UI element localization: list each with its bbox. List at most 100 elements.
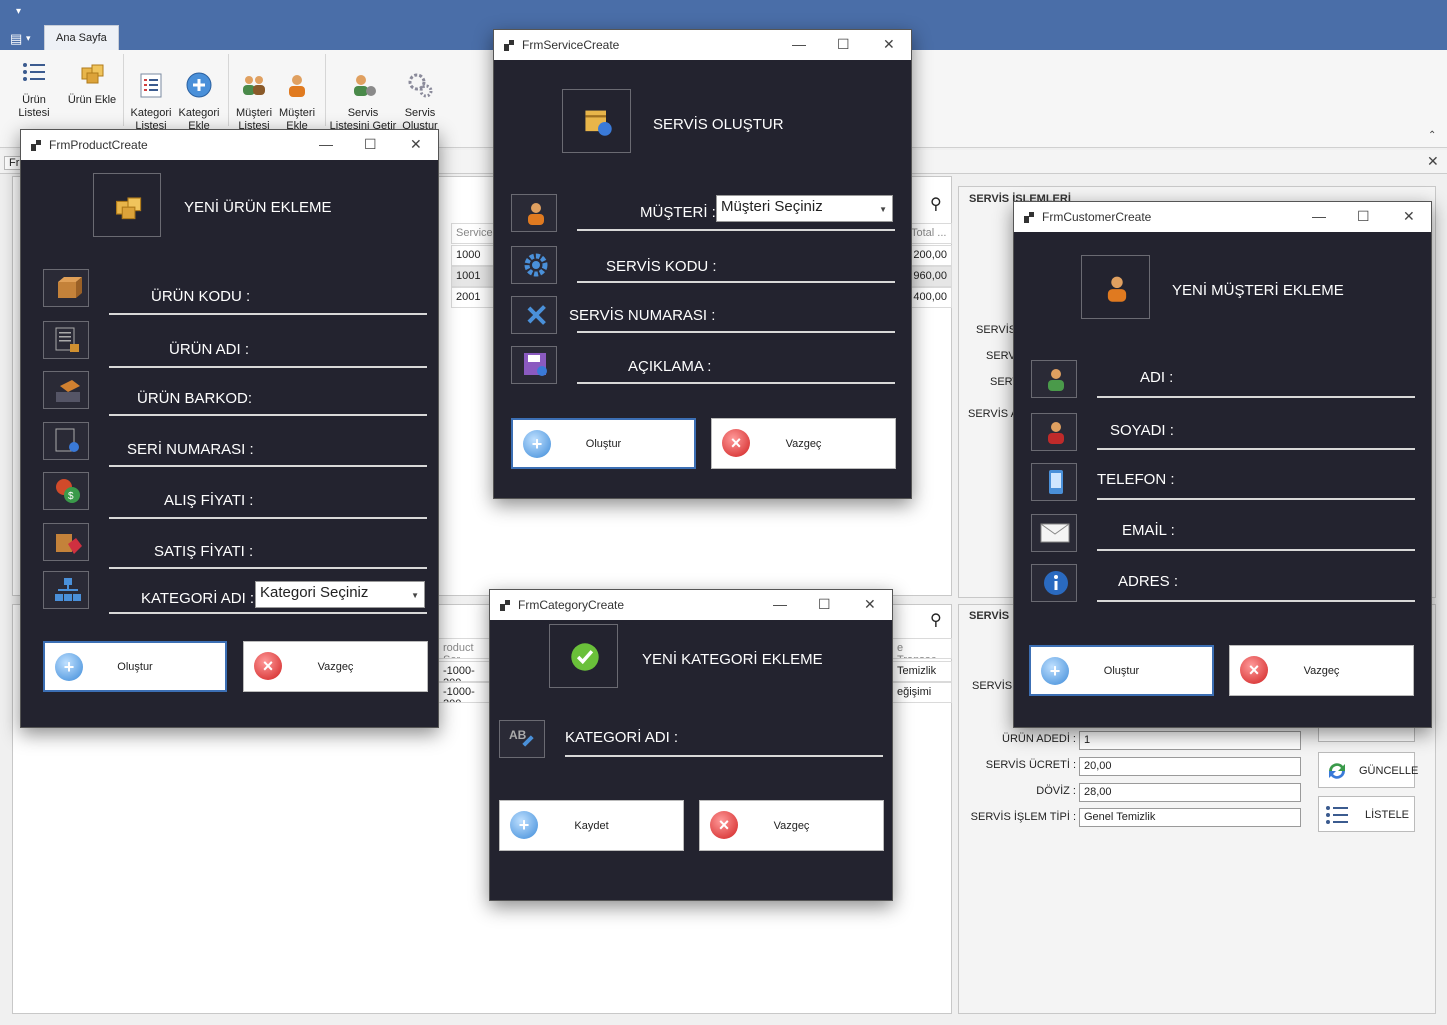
adi-input[interactable] bbox=[1097, 396, 1415, 398]
grid-header[interactable]: e Transac... bbox=[892, 638, 952, 659]
category-name-icon-box: AB bbox=[499, 720, 545, 758]
product-code-icon-box bbox=[43, 269, 89, 307]
window-header: YENİ MÜŞTERİ EKLEME bbox=[1172, 282, 1344, 299]
gear-icon bbox=[524, 253, 548, 277]
side-label: SERVİS A bbox=[968, 408, 1018, 420]
category-select-value: Kategori Seçiniz bbox=[260, 584, 369, 601]
listele-button[interactable]: LİSTELE bbox=[1318, 796, 1415, 832]
close-icon[interactable]: ✕ bbox=[1403, 208, 1415, 225]
olustur-button[interactable]: + Oluştur bbox=[43, 641, 227, 692]
category-select[interactable]: Kategori Seçiniz ▼ bbox=[255, 581, 425, 608]
telefon-label: TELEFON : bbox=[1097, 471, 1175, 488]
minimize-icon[interactable]: — bbox=[319, 136, 333, 152]
service-number-icon-box bbox=[511, 296, 557, 334]
list-icon bbox=[1326, 806, 1348, 824]
minimize-icon[interactable]: — bbox=[1312, 208, 1326, 224]
close-icon[interactable]: ✕ bbox=[883, 36, 895, 53]
servis-numarasi-input[interactable] bbox=[577, 331, 895, 333]
ribbon-collapse-icon[interactable]: ⌃ bbox=[1428, 130, 1436, 141]
kategori-adi-input[interactable] bbox=[565, 755, 883, 757]
customer-icon bbox=[1107, 276, 1127, 302]
grid-header-service[interactable]: Service bbox=[451, 223, 497, 244]
olustur-button[interactable]: + Oluştur bbox=[511, 418, 696, 469]
urun-listesi-button[interactable]: Ürün Listesi bbox=[6, 58, 62, 120]
grid-cell[interactable]: -1000-200 bbox=[438, 682, 490, 703]
guncelle-button[interactable]: GÜNCELLE bbox=[1318, 752, 1419, 788]
adi-label: ADI : bbox=[1140, 369, 1174, 386]
adres-label: ADRES : bbox=[1118, 573, 1179, 590]
grid-header-total[interactable]: Total ... bbox=[906, 223, 952, 244]
mdi-close-icon[interactable]: ✕ bbox=[1427, 153, 1439, 170]
urun-adedi-field[interactable]: 1 bbox=[1079, 731, 1301, 750]
grid-cell[interactable]: 1000 bbox=[451, 245, 497, 266]
adres-input[interactable] bbox=[1097, 600, 1415, 602]
urun-ekle-button[interactable]: Ürün Ekle bbox=[66, 58, 118, 107]
header-icon-box bbox=[549, 624, 618, 688]
maximize-icon[interactable]: ☐ bbox=[818, 596, 831, 613]
seri-numarasi-input[interactable] bbox=[109, 465, 427, 467]
ribbon-label: Ürün Ekle bbox=[67, 94, 117, 106]
vazgec-button[interactable]: × Vazgeç bbox=[243, 641, 428, 692]
grid-cell[interactable]: 2001 bbox=[451, 287, 497, 308]
window-titlebar: FrmServiceCreate — ☐ ✕ bbox=[494, 30, 911, 60]
doviz-field[interactable]: 28,00 bbox=[1079, 783, 1301, 802]
grid-cell[interactable]: Temizlik bbox=[892, 661, 952, 682]
olustur-button[interactable]: + Oluştur bbox=[1029, 645, 1214, 696]
grid-cell[interactable]: 200,00 bbox=[906, 245, 952, 266]
soyadi-input[interactable] bbox=[1097, 448, 1415, 450]
search-icon[interactable]: ⚲ bbox=[930, 610, 942, 630]
minimize-icon[interactable]: — bbox=[792, 36, 806, 52]
musteri-underline bbox=[577, 229, 895, 231]
satis-fiyati-label: SATIŞ FİYATI : bbox=[154, 543, 254, 560]
vazgec-button[interactable]: × Vazgeç bbox=[699, 800, 884, 851]
gears-icon bbox=[408, 73, 433, 98]
product-name-icon-box bbox=[43, 321, 89, 359]
customer-select[interactable]: Müşteri Seçiniz ▼ bbox=[716, 195, 893, 222]
telefon-input[interactable] bbox=[1097, 498, 1415, 500]
search-icon[interactable]: ⚲ bbox=[930, 194, 942, 214]
aciklama-input[interactable] bbox=[577, 382, 895, 384]
minimize-icon[interactable]: — bbox=[773, 596, 787, 612]
service-code-icon-box bbox=[511, 246, 557, 284]
maximize-icon[interactable]: ☐ bbox=[837, 36, 850, 53]
grid-header[interactable]: roduct Ser bbox=[438, 638, 490, 659]
grid-cell[interactable]: eğişimi bbox=[892, 682, 952, 703]
button-label: Oluştur bbox=[585, 437, 622, 450]
close-icon[interactable]: ✕ bbox=[864, 596, 876, 613]
maximize-icon[interactable]: ☐ bbox=[1357, 208, 1370, 225]
app-titlebar: ▾ bbox=[0, 0, 1447, 28]
servis-islem-tipi-field[interactable]: Genel Temizlik bbox=[1079, 808, 1301, 827]
close-icon[interactable]: ✕ bbox=[410, 136, 422, 153]
email-input[interactable] bbox=[1097, 549, 1415, 551]
grid-cell[interactable]: 1001 bbox=[451, 266, 497, 287]
alis-fiyati-label: ALIŞ FİYATI : bbox=[164, 492, 254, 509]
satis-fiyati-input[interactable] bbox=[109, 567, 427, 569]
grid-cell[interactable]: 960,00 bbox=[906, 266, 952, 287]
header-icon-box bbox=[93, 173, 161, 237]
vazgec-button[interactable]: × Vazgeç bbox=[1229, 645, 1414, 696]
side-label: SERV bbox=[986, 350, 1016, 362]
listele-label: LİSTELE bbox=[1365, 809, 1410, 821]
grid-cell[interactable]: 400,00 bbox=[906, 287, 952, 308]
button-label: Vazgeç bbox=[773, 819, 810, 832]
servis-kodu-input[interactable] bbox=[577, 281, 895, 283]
grid-cell[interactable]: -1000-200 bbox=[438, 661, 490, 682]
urun-barkod-input[interactable] bbox=[109, 414, 427, 416]
app-menu-icon[interactable]: ▤ bbox=[10, 31, 22, 47]
last-name-icon-box bbox=[1031, 413, 1077, 451]
customer-icon bbox=[289, 75, 305, 97]
vazgec-button[interactable]: × Vazgeç bbox=[711, 418, 896, 469]
kaydet-button[interactable]: + Kaydet bbox=[499, 800, 684, 851]
urun-adi-input[interactable] bbox=[109, 366, 427, 368]
address-icon-box bbox=[1031, 564, 1077, 602]
app-menu-chevron-icon[interactable]: ▾ bbox=[26, 33, 31, 44]
maximize-icon[interactable]: ☐ bbox=[364, 136, 377, 153]
tab-ana-sayfa[interactable]: Ana Sayfa bbox=[44, 25, 119, 51]
button-label: Oluştur bbox=[1103, 664, 1140, 677]
urun-kodu-input[interactable] bbox=[109, 313, 427, 315]
guncelle-label: GÜNCELLE bbox=[1359, 765, 1419, 777]
alis-fiyati-input[interactable] bbox=[109, 517, 427, 519]
kategori-underline bbox=[109, 612, 427, 614]
servis-ucreti-field[interactable]: 20,00 bbox=[1079, 757, 1301, 776]
quick-access-dropdown-icon[interactable]: ▾ bbox=[16, 6, 21, 17]
